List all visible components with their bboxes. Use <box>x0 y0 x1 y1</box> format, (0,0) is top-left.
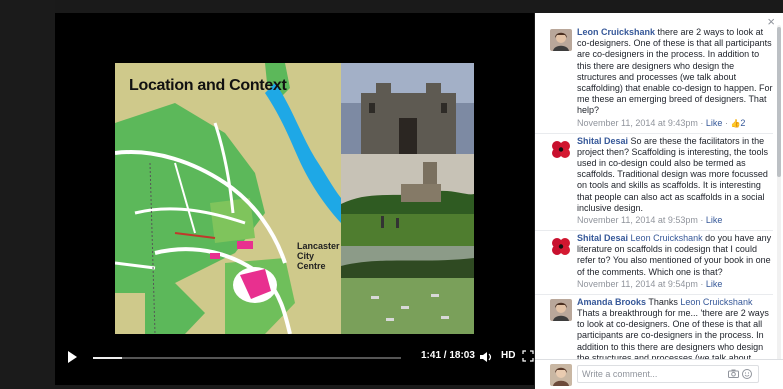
poppy-avatar-icon[interactable] <box>550 137 572 160</box>
comment-body: Amanda Brooks Thanks Leon Cruickshank Th… <box>577 297 773 363</box>
comment-text: there are 2 ways to look at co-designers… <box>577 27 773 116</box>
hd-button[interactable]: HD <box>501 350 515 361</box>
comment-item: Amanda Brooks Thanks Leon Cruickshank Th… <box>535 295 773 363</box>
poppy-avatar-icon[interactable] <box>550 235 572 258</box>
page-background <box>0 0 55 389</box>
priory-photo <box>341 154 474 246</box>
meta-separator: · <box>697 278 706 289</box>
scrollbar[interactable] <box>777 25 781 365</box>
progress-bar[interactable] <box>93 357 401 359</box>
comment-timestamp[interactable]: November 11, 2014 at 9:53pm <box>577 215 698 225</box>
meta-separator: · <box>697 215 706 226</box>
photo-avatar-icon[interactable] <box>550 298 572 321</box>
comment-timestamp[interactable]: November 11, 2014 at 9:43pm <box>577 118 698 128</box>
thumbs-up-icon[interactable]: 👍 <box>730 119 740 128</box>
field-photo <box>341 246 474 334</box>
time-display: 1:41 / 18:03 <box>421 350 475 361</box>
comment-item: Shital Desai So are these the facilitato… <box>535 134 773 232</box>
comment-timestamp[interactable]: November 11, 2014 at 9:54pm <box>577 279 698 289</box>
comment-list: Leon Cruickshank there are 2 ways to loo… <box>535 25 773 363</box>
volume-icon[interactable] <box>479 351 493 363</box>
city-centre-label: Lancaster City Centre <box>297 241 340 271</box>
comment-text: Thats a breakthrough for me... 'there ar… <box>577 308 769 363</box>
emoji-icon[interactable] <box>742 369 752 379</box>
comment-prefix: Thanks <box>648 296 678 307</box>
slide-title: Location and Context <box>129 77 287 94</box>
comment-mention-link[interactable]: Leon Cruickshank <box>680 297 752 307</box>
comment-meta: November 11, 2014 at 9:53pm · Like <box>577 215 773 226</box>
video-player[interactable]: Location and Context Lancaster City Cent… <box>55 13 534 385</box>
comment-author-link[interactable]: Shital Desai <box>577 233 628 243</box>
fullscreen-icon[interactable] <box>522 350 534 362</box>
comment-body: Leon Cruickshank there are 2 ways to loo… <box>577 27 773 117</box>
comment-item: Leon Cruickshank there are 2 ways to loo… <box>535 25 773 134</box>
camera-icon[interactable] <box>728 369 739 378</box>
like-count[interactable]: 2 <box>740 118 745 128</box>
comment-mention-link[interactable]: Leon Cruickshank <box>631 233 703 243</box>
photo-avatar-icon[interactable] <box>550 29 572 51</box>
comment-item: Shital Desai Leon Cruickshank do you hav… <box>535 231 773 295</box>
comment-body: Shital Desai Leon Cruickshank do you hav… <box>577 233 773 278</box>
comment-text: So are these the facilitators in the pro… <box>577 135 768 213</box>
video-frame-slide: Location and Context Lancaster City Cent… <box>115 63 474 334</box>
comment-author-link[interactable]: Leon Cruickshank <box>577 27 655 37</box>
play-icon[interactable] <box>65 349 79 365</box>
meta-separator: · <box>697 117 706 128</box>
comment-author-link[interactable]: Amanda Brooks <box>577 297 646 307</box>
comment-author-link[interactable]: Shital Desai <box>577 136 628 146</box>
user-avatar <box>550 364 572 386</box>
castle-photo <box>341 63 474 154</box>
comment-body: Shital Desai So are these the facilitato… <box>577 136 773 214</box>
map-image <box>115 63 341 334</box>
comment-composer <box>535 359 783 389</box>
comments-sidebar: × Leon Cruickshank there are 2 ways to l… <box>535 13 783 389</box>
progress-bar-fill <box>93 357 122 359</box>
like-link[interactable]: Like <box>706 215 723 225</box>
comment-meta: November 11, 2014 at 9:54pm · Like <box>577 279 773 290</box>
like-link[interactable]: Like <box>706 118 723 128</box>
player-controls: 1:41 / 18:03 HD <box>55 343 534 373</box>
comment-meta: November 11, 2014 at 9:43pm · Like · 👍2 <box>577 118 773 129</box>
like-link[interactable]: Like <box>706 279 723 289</box>
